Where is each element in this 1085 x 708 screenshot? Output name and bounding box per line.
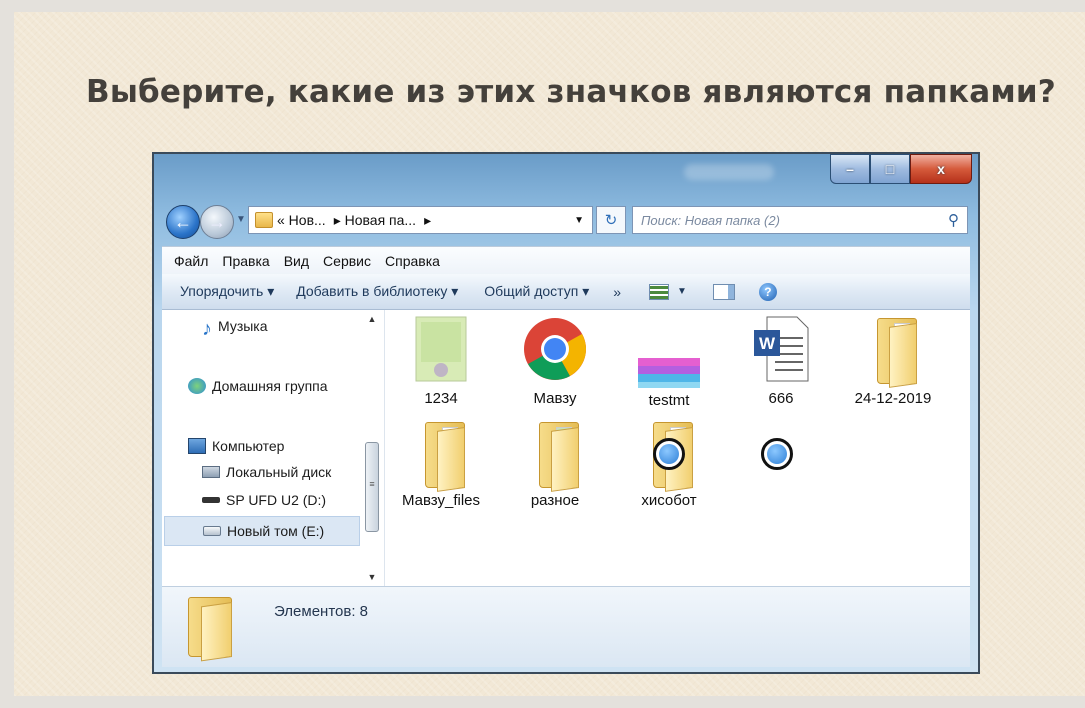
view-options-icon[interactable] — [649, 283, 670, 300]
file-list: 1234 Мавзу testmt W 666 24-12-2019 Мавзу… — [385, 310, 970, 586]
file-item[interactable]: разное — [505, 420, 605, 520]
homegroup-icon — [188, 378, 206, 394]
answer-marker-icon[interactable] — [761, 438, 793, 470]
file-item[interactable]: W 666 — [731, 316, 831, 416]
local-disk-icon — [202, 466, 220, 478]
breadcrumb-current[interactable]: ▸ Новая па... — [334, 212, 416, 229]
breadcrumb-parent[interactable]: « Нов... — [277, 212, 326, 228]
file-name: 666 — [768, 390, 794, 407]
nav-item-label: Локальный диск — [226, 464, 332, 480]
address-dropdown-icon[interactable]: ▼ — [574, 215, 584, 226]
nav-item-label: SP UFD U2 (D:) — [226, 492, 327, 508]
folder-icon — [255, 212, 273, 228]
close-button[interactable]: x — [910, 154, 972, 184]
search-icon: ⚲ — [948, 212, 959, 229]
window-title-blur — [684, 164, 774, 180]
file-name: хисобот — [641, 492, 697, 509]
nav-item-local-disk[interactable]: Локальный диск — [202, 464, 331, 480]
preview-pane-icon[interactable] — [712, 283, 735, 300]
nav-item-computer[interactable]: Компьютер — [188, 438, 284, 454]
menu-view[interactable]: Вид — [284, 253, 309, 269]
file-name: testmt — [648, 392, 690, 409]
menu-help[interactable]: Справка — [385, 253, 440, 269]
file-item[interactable]: testmt — [619, 316, 719, 416]
view-dropdown-icon[interactable]: ▼ — [677, 286, 687, 297]
file-item[interactable]: хисобот — [619, 420, 719, 520]
menu-file[interactable]: Файл — [174, 253, 208, 269]
maximize-icon: □ — [885, 161, 895, 177]
history-dropdown-icon[interactable]: ▼ — [236, 214, 246, 225]
file-item[interactable]: Мавзу — [505, 316, 605, 416]
close-icon: x — [937, 161, 945, 177]
window-controls: – □ x — [830, 154, 972, 186]
folder-icon — [425, 422, 465, 492]
image-file-icon — [415, 316, 467, 382]
menu-tools[interactable]: Сервис — [323, 253, 371, 269]
back-button[interactable]: ← — [166, 205, 200, 239]
nav-item-label: Новый том (E:) — [227, 523, 325, 539]
nav-item-label: Домашняя группа — [212, 378, 328, 394]
file-item[interactable]: 1234 — [391, 316, 491, 416]
breadcrumb-chevron-icon[interactable]: ▸ — [424, 212, 431, 229]
minimize-icon: – — [846, 161, 854, 177]
chrome-icon — [524, 318, 586, 380]
maximize-button[interactable]: □ — [870, 154, 910, 184]
scroll-up-icon[interactable]: ▲ — [364, 314, 380, 328]
navigation-pane: ♪ Музыка Домашняя группа Компьютер Локал… — [162, 310, 385, 586]
answer-marker-icon[interactable] — [653, 438, 685, 470]
file-name: разное — [530, 492, 580, 509]
file-name: 1234 — [424, 390, 458, 407]
refresh-icon: ↻ — [604, 212, 618, 229]
search-placeholder: Поиск: Новая папка (2) — [641, 212, 780, 228]
forward-button[interactable]: → — [200, 205, 234, 239]
nav-item-label: Музыка — [218, 318, 268, 334]
add-to-library-button[interactable]: Добавить в библиотеку ▾ — [296, 283, 458, 300]
folder-icon — [877, 318, 917, 388]
help-icon[interactable]: ? — [758, 282, 777, 301]
refresh-button[interactable]: ↻ — [596, 206, 626, 234]
share-button[interactable]: Общий доступ ▾ — [484, 283, 589, 300]
file-name: 24-12-2019 — [854, 390, 932, 407]
nav-scrollbar[interactable]: ▲ ≡ ▼ — [364, 314, 380, 586]
item-count: Элементов: 8 — [274, 603, 369, 620]
file-name: Мавзу_files — [401, 492, 481, 509]
music-icon: ♪ — [202, 318, 212, 340]
scroll-thumb[interactable]: ≡ — [365, 442, 379, 532]
nav-item-new-volume[interactable]: Новый том (E:) — [164, 516, 360, 546]
search-input[interactable]: Поиск: Новая папка (2) ⚲ — [632, 206, 968, 234]
svg-text:W: W — [759, 334, 776, 353]
file-item[interactable]: Мавзу_files — [391, 420, 491, 520]
menu-bar: Файл Правка Вид Сервис Справка — [162, 246, 970, 275]
command-bar: Упорядочить ▾ Добавить в библиотеку ▾ Об… — [162, 274, 970, 310]
bitmap-file-icon — [638, 358, 700, 388]
nav-item-homegroup[interactable]: Домашняя группа — [188, 378, 328, 394]
address-bar[interactable]: « Нов... ▸ Новая па... ▸ ▼ — [248, 206, 593, 234]
folder-icon — [188, 597, 232, 662]
minimize-button[interactable]: – — [830, 154, 870, 184]
word-document-icon: W — [754, 316, 809, 382]
folder-icon — [539, 422, 579, 492]
nav-item-usb-drive[interactable]: SP UFD U2 (D:) — [202, 492, 326, 508]
usb-drive-icon — [202, 497, 220, 503]
details-pane: Элементов: 8 — [162, 586, 970, 667]
nav-item-music[interactable]: ♪ Музыка — [202, 318, 268, 340]
navigation-row: ← → ▼ « Нов... ▸ Новая па... ▸ ▼ ↻ Поиск… — [162, 202, 970, 239]
arrow-left-icon: ← — [174, 211, 192, 232]
slide-title: Выберите, какие из этих значков являются… — [86, 74, 1056, 110]
menu-edit[interactable]: Правка — [222, 253, 269, 269]
computer-icon — [188, 438, 206, 454]
file-item[interactable]: 24-12-2019 — [843, 316, 943, 416]
scroll-down-icon[interactable]: ▼ — [364, 572, 380, 586]
file-name: Мавзу — [533, 390, 577, 407]
explorer-window: – □ x ← → ▼ « Нов... ▸ Новая па... ▸ ▼ ↻… — [152, 152, 980, 674]
organize-button[interactable]: Упорядочить ▾ — [180, 283, 274, 300]
arrow-right-icon: → — [208, 211, 226, 232]
nav-item-label: Компьютер — [212, 438, 285, 454]
drive-icon — [203, 526, 221, 536]
slide-background: Выберите, какие из этих значков являются… — [14, 12, 1085, 696]
more-commands-button[interactable]: » — [613, 284, 621, 300]
